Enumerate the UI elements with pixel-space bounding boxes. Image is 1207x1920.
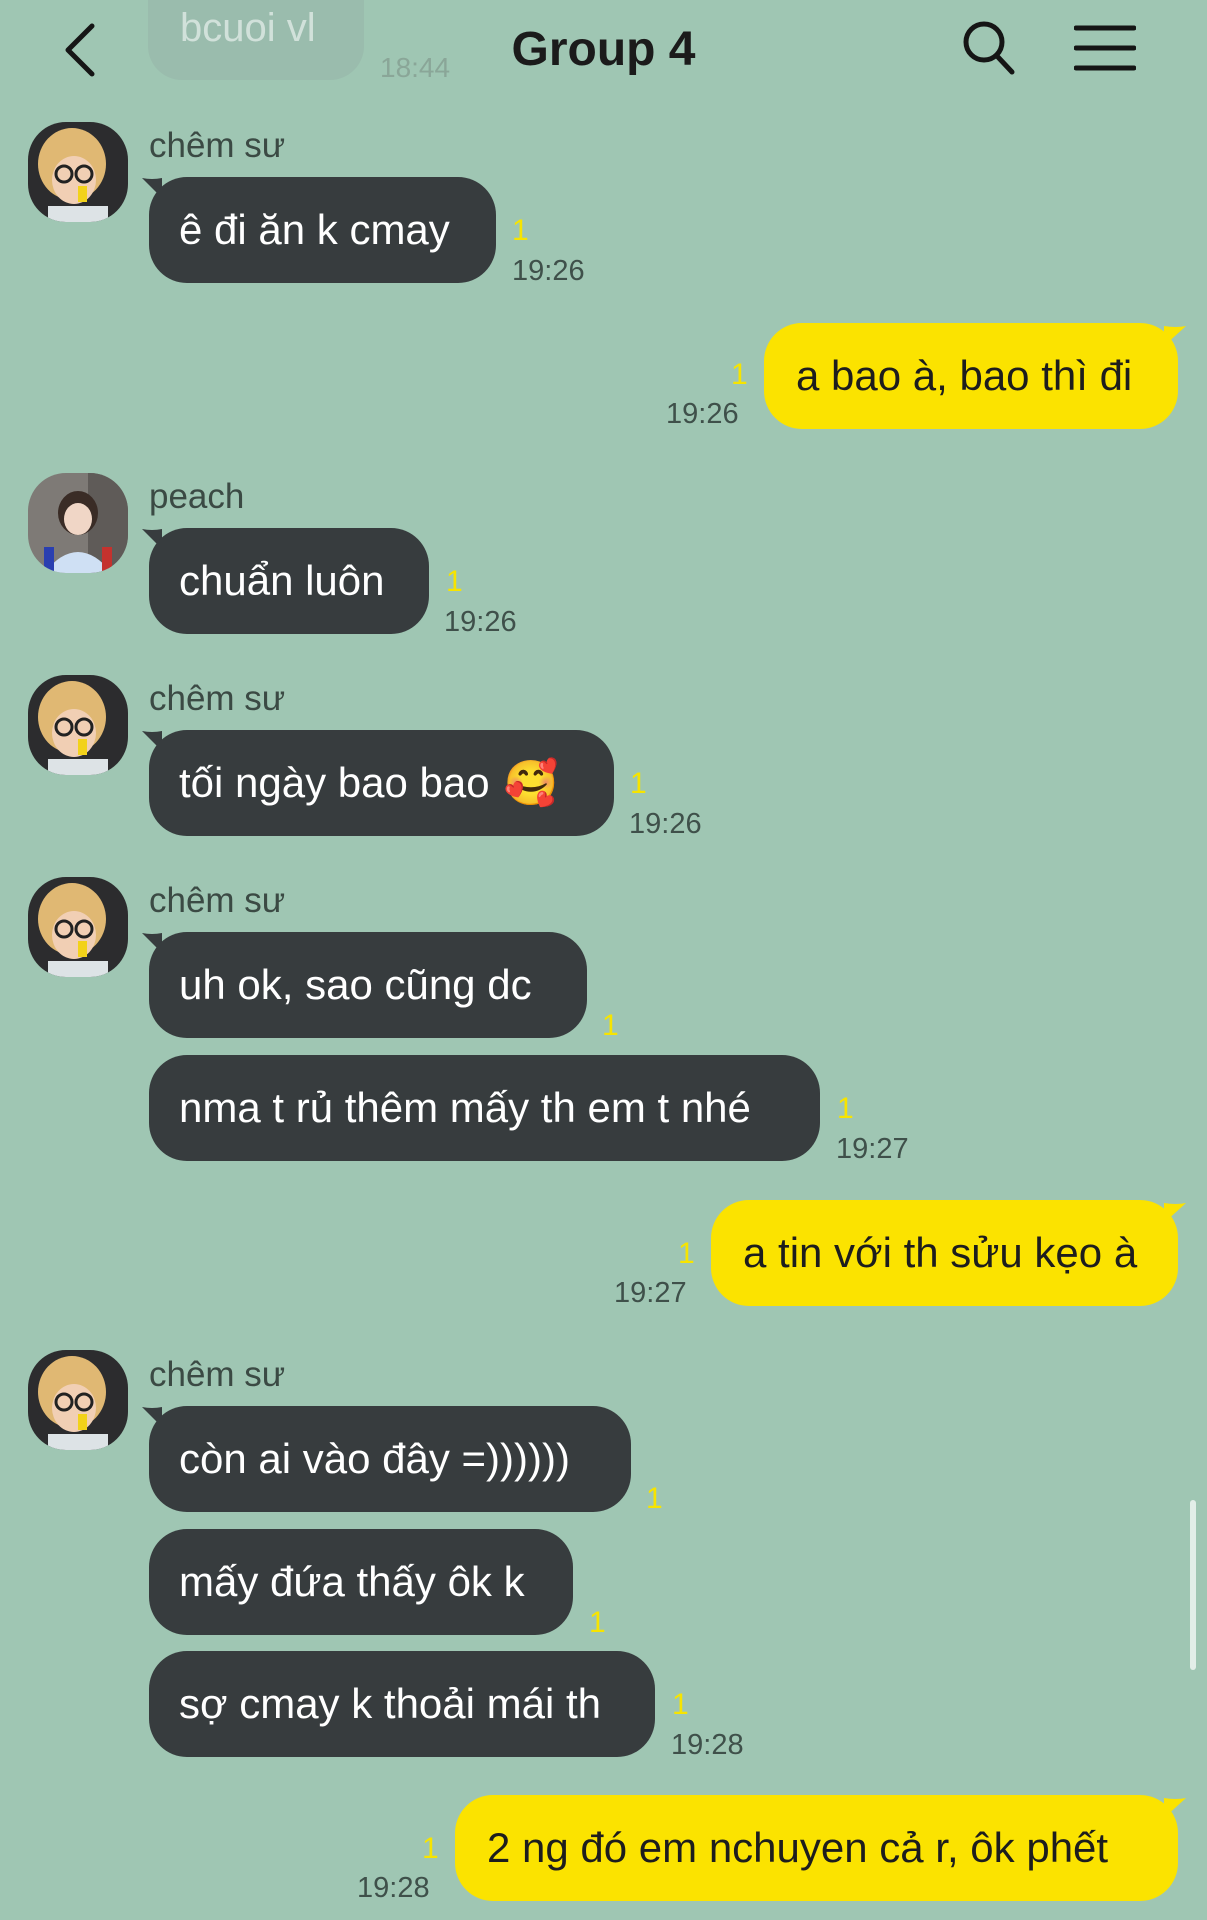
unread-count: 1 [422,1832,439,1865]
message-bubble[interactable]: a tin với th sửu kẹo à [711,1200,1178,1306]
message-text: ê đi ăn k cmay [179,206,450,253]
search-button[interactable] [960,18,1016,78]
message-text: tối ngày bao bao [179,759,490,806]
message-bubble[interactable]: 2 ng đó em nchuyen cả r, ôk phết [455,1795,1178,1901]
avatar[interactable] [28,877,128,977]
avatar[interactable] [28,122,128,222]
message-text: 2 ng đó em nchuyen cả r, ôk phết [487,1824,1109,1871]
message-bubble[interactable]: tối ngày bao bao 🥰 [149,730,614,836]
message-time: 19:26 [629,808,702,840]
message-time: 19:26 [666,398,739,430]
sender-name: chêm sư [149,881,286,920]
chat-title: Group 4 [511,23,696,76]
message-time: 19:28 [357,1872,430,1904]
message-text: sợ cmay k thoải mái th [179,1680,602,1727]
sender-name: peach [149,477,245,516]
avatar[interactable] [28,675,128,775]
unread-count: 1 [589,1606,606,1639]
sender-name: chêm sư [149,1355,286,1394]
chat-header: bcuoi vl 18:44 Group 4 [0,0,1207,110]
unread-count: 1 [731,358,748,391]
unread-count: 1 [512,214,529,247]
unread-count: 1 [678,1237,695,1270]
unread-count: 1 [602,1009,619,1042]
unread-count: 1 [630,767,647,800]
message-text: còn ai vào đây =)))))) [179,1435,570,1482]
message-text: uh ok, sao cũng dc [179,961,532,1008]
smiling-face-with-hearts-emoji: 🥰 [503,759,559,808]
message-bubble[interactable]: uh ok, sao cũng dc [149,932,587,1038]
avatar[interactable] [28,1350,128,1450]
menu-button[interactable] [1073,24,1137,72]
message-bubble[interactable]: chuẩn luôn [149,528,429,634]
message-text: a bao à, bao thì đi [796,352,1133,399]
message-bubble[interactable]: mấy đứa thấy ôk k [149,1529,573,1635]
search-icon [963,21,1015,75]
message-time: 19:26 [444,606,517,638]
scrollbar[interactable] [1190,1500,1196,1670]
message-time: 19:27 [836,1133,909,1165]
message-text: chuẩn luôn [179,557,385,604]
message-time: 19:26 [512,255,585,287]
unread-count: 1 [837,1092,854,1125]
message-bubble[interactable]: sợ cmay k thoải mái th [149,1651,655,1757]
message-text: mấy đứa thấy ôk k [179,1558,525,1605]
unread-count: 1 [646,1482,663,1515]
message-bubble[interactable]: a bao à, bao thì đi [764,323,1178,429]
message-text: a tin với th sửu kẹo à [743,1229,1138,1276]
hamburger-menu-icon [1073,25,1137,71]
unread-count: 1 [672,1688,689,1721]
message-time: 19:27 [614,1277,687,1309]
unread-count: 1 [446,565,463,598]
message-text: nma t rủ thêm mấy th em t nhé [179,1084,751,1131]
sender-name: chêm sư [149,679,286,718]
avatar[interactable] [28,473,128,573]
message-bubble[interactable]: ê đi ăn k cmay [149,177,496,283]
message-bubble[interactable]: còn ai vào đây =)))))) [149,1406,631,1512]
sender-name: chêm sư [149,126,286,165]
message-time: 19:28 [671,1729,744,1761]
message-bubble[interactable]: nma t rủ thêm mấy th em t nhé [149,1055,820,1161]
